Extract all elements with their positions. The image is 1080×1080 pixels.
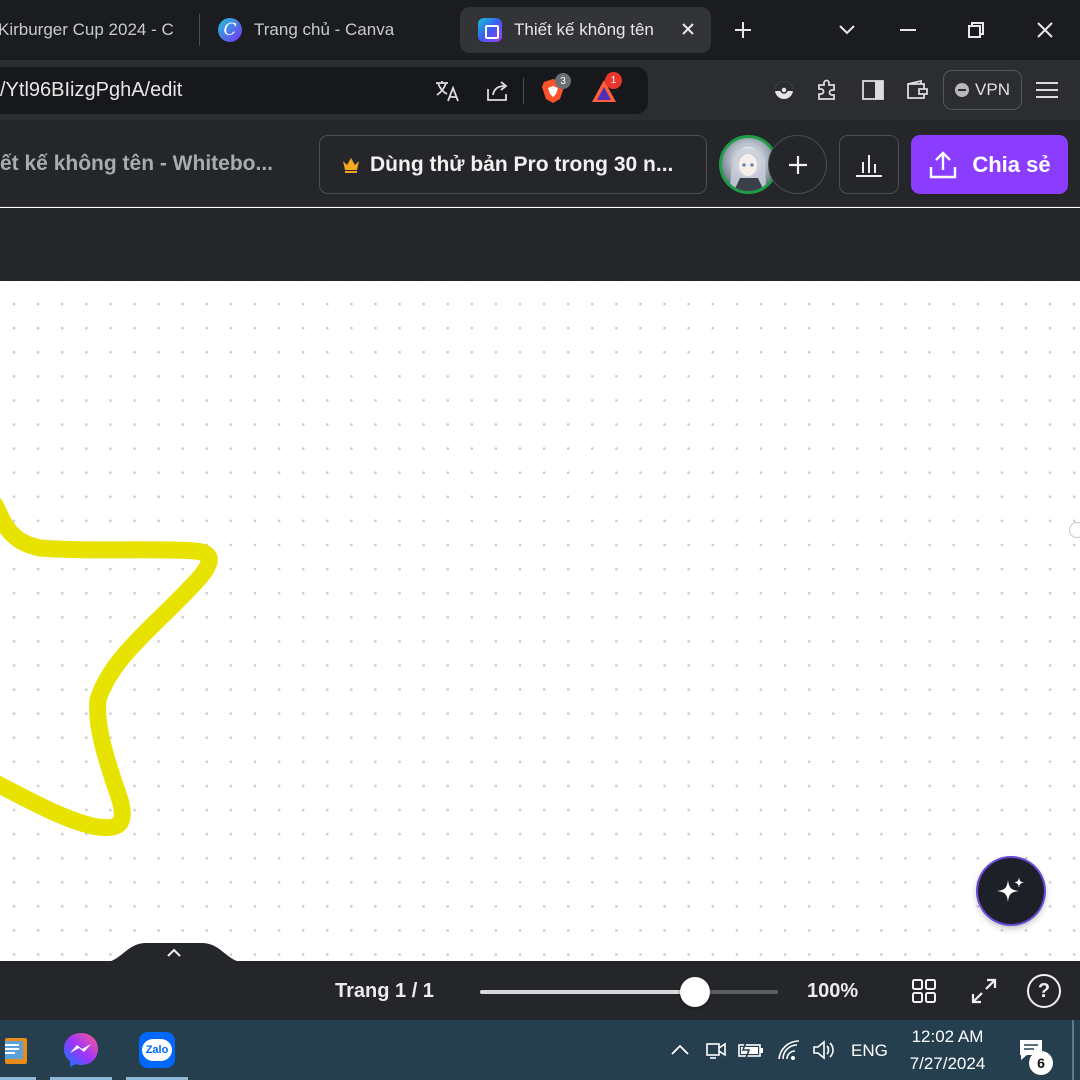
pages-panel-toggle[interactable] xyxy=(101,941,247,961)
wallet-icon[interactable] xyxy=(902,76,932,104)
tab-kirburger-cup[interactable]: Kirburger Cup 2024 - C xyxy=(0,7,185,53)
pro-trial-label: Dùng thử bản Pro trong 30 n... xyxy=(370,152,674,176)
sidebar-toggle-icon[interactable] xyxy=(858,76,888,104)
fullscreen-icon[interactable] xyxy=(968,975,1000,1007)
url-text: /Ytl96BIizgPghA/edit xyxy=(0,79,183,101)
tab-search-chevron-icon[interactable] xyxy=(829,12,865,48)
clock-time[interactable]: 12:02 AM xyxy=(880,1027,1015,1047)
hand-drawn-star[interactable] xyxy=(0,281,1080,961)
wifi-icon[interactable] xyxy=(776,1038,802,1062)
notification-count-badge: 6 xyxy=(1029,1051,1053,1075)
extensions-puzzle-icon[interactable] xyxy=(812,76,842,104)
editor-header: ết kế không tên - Whitebo... Dùng thử bả… xyxy=(0,120,1080,207)
zalo-label: Zalo xyxy=(142,1039,172,1061)
share-page-icon[interactable] xyxy=(483,77,513,105)
messenger-icon[interactable] xyxy=(50,1020,112,1080)
document-title[interactable]: ết kế không tên - Whitebo... xyxy=(0,152,273,176)
shields-count-badge: 3 xyxy=(555,73,571,89)
tab-title: Thiết kế không tên xyxy=(514,20,654,39)
bar-chart-icon xyxy=(856,154,882,177)
share-button[interactable]: Chia sẻ xyxy=(911,135,1068,194)
vpn-status-icon xyxy=(955,83,970,97)
editor-footer: Trang 1 / 1 100% ? xyxy=(0,961,1080,1020)
new-tab-button[interactable] xyxy=(725,12,761,48)
tab-title: Trang chủ - Canva xyxy=(254,20,395,39)
crown-icon xyxy=(342,157,360,173)
minimize-button[interactable] xyxy=(890,12,926,48)
canvas-edge-handle[interactable] xyxy=(1069,522,1080,538)
zoom-slider-fill xyxy=(480,990,695,994)
browser-toolbar: /Ytl96BIizgPghA/edit 3 1 VPN xyxy=(0,60,1080,120)
brave-shields-icon[interactable]: 3 xyxy=(537,73,571,107)
help-icon: ? xyxy=(1037,979,1051,1002)
vpn-label: VPN xyxy=(975,80,1010,99)
show-hidden-icons-chevron-icon[interactable] xyxy=(667,1038,693,1062)
grid-view-icon[interactable] xyxy=(908,975,940,1007)
zoom-slider-thumb[interactable] xyxy=(679,977,710,1007)
tab-whiteboard-design[interactable]: Thiết kế không tên xyxy=(460,7,711,53)
magic-assistant-button[interactable] xyxy=(978,858,1044,924)
translate-icon[interactable] xyxy=(432,77,462,105)
whiteboard-canvas[interactable] xyxy=(0,281,1080,961)
divider xyxy=(523,78,524,104)
close-tab-icon[interactable] xyxy=(676,17,700,41)
show-desktop-button[interactable] xyxy=(1072,1020,1074,1080)
rewards-count-badge: 1 xyxy=(605,72,622,89)
address-bar[interactable]: /Ytl96BIizgPghA/edit 3 1 xyxy=(0,67,648,114)
windows-taskbar: Zalo ENG 12:02 AM 7/27/2024 6 xyxy=(0,1020,1080,1080)
add-collaborator-button[interactable] xyxy=(768,135,827,194)
volume-icon[interactable] xyxy=(811,1038,837,1062)
zoom-slider[interactable] xyxy=(480,977,778,1007)
battery-icon[interactable] xyxy=(738,1038,764,1062)
editor-toolbar xyxy=(0,208,1080,281)
page-indicator[interactable]: Trang 1 / 1 xyxy=(335,980,434,1003)
share-label: Chia sẻ xyxy=(972,151,1051,177)
camera-icon[interactable] xyxy=(703,1038,729,1062)
clock-date[interactable]: 7/27/2024 xyxy=(880,1054,1015,1074)
tab-title: Kirburger Cup 2024 - C xyxy=(0,20,174,39)
pro-trial-button[interactable]: Dùng thử bản Pro trong 30 n... xyxy=(319,135,707,194)
help-button[interactable]: ? xyxy=(1027,974,1061,1008)
browser-tab-strip: Kirburger Cup 2024 - C C Trang chủ - Can… xyxy=(0,0,1080,60)
vpn-button[interactable]: VPN xyxy=(943,70,1022,110)
canva-logo-icon: C xyxy=(218,18,242,42)
restore-button[interactable] xyxy=(958,12,994,48)
pokeball-extension-icon[interactable] xyxy=(770,76,798,104)
file-manager-icon[interactable] xyxy=(0,1020,36,1080)
upload-icon xyxy=(930,150,957,178)
sparkle-icon xyxy=(997,877,1024,902)
hamburger-menu-icon[interactable] xyxy=(1032,76,1062,104)
insights-button[interactable] xyxy=(839,135,899,194)
zalo-icon[interactable]: Zalo xyxy=(126,1020,188,1080)
zoom-value[interactable]: 100% xyxy=(807,980,858,1003)
tab-canva-home[interactable]: C Trang chủ - Canva xyxy=(218,7,438,53)
brave-rewards-icon[interactable]: 1 xyxy=(588,72,622,107)
close-window-button[interactable] xyxy=(1027,12,1063,48)
tab-separator xyxy=(199,14,200,46)
canva-whiteboard-icon xyxy=(478,18,502,42)
